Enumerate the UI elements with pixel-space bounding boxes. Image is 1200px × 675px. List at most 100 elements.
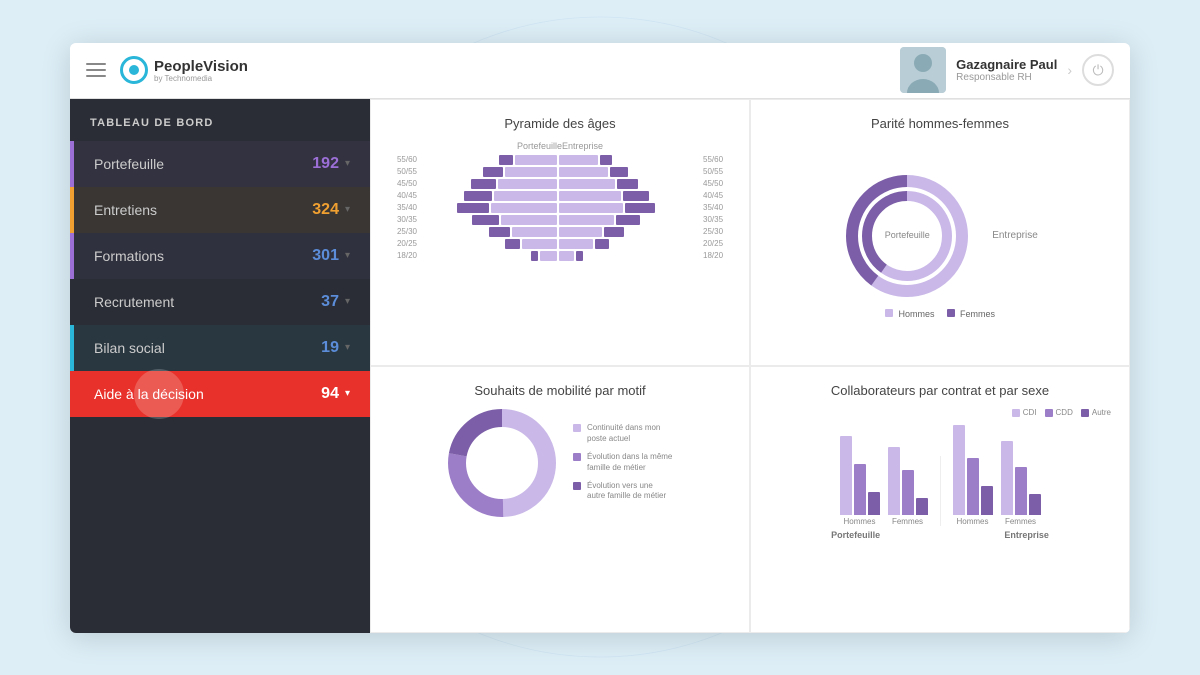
- pyramid-row: 30/35 30/35: [389, 215, 731, 225]
- collab-group-label: Femmes: [892, 517, 923, 526]
- pyramid-bars-left: [419, 215, 557, 225]
- header: PeopleVision by Technomedia Gazagnaire P…: [70, 43, 1130, 99]
- bar-light-right: [559, 215, 614, 225]
- pyramid-col-right: Entreprise: [562, 141, 603, 151]
- bar-light-left: [498, 179, 558, 189]
- collab-bars: [888, 447, 928, 515]
- bar-dark-left: [531, 251, 538, 261]
- bar-light-right: [559, 239, 593, 249]
- pyramid-age-label: 25/30: [389, 227, 417, 236]
- pyramid-row: 55/60 55/60: [389, 155, 731, 165]
- legend-autre: Autre: [1081, 408, 1111, 417]
- section-label-entreprise: Entreprise: [1004, 530, 1049, 540]
- sidebar-item-portefeuille[interactable]: Portefeuille 192 ▾: [70, 141, 370, 187]
- collab-group: Hommes: [840, 436, 880, 526]
- bar-dark-right: [604, 227, 624, 237]
- pyramid-bars-right: [559, 227, 697, 237]
- sidebar-item-aide[interactable]: Aide à la décision 94 ▾: [70, 371, 370, 417]
- bar-cdd: [967, 458, 979, 514]
- logo-icon: [120, 56, 148, 84]
- bar-dark-left: [483, 167, 503, 177]
- power-icon[interactable]: ⏻: [1082, 54, 1114, 86]
- arrow-icon-bilan: ▾: [345, 342, 350, 353]
- bar-cdd: [854, 464, 866, 515]
- collab-title: Collaborateurs par contrat et par sexe: [831, 383, 1049, 398]
- cdi-legend-dot: [1012, 409, 1020, 417]
- sidebar-item-formations[interactable]: Formations 301 ▾: [70, 233, 370, 279]
- pyramid-row: 25/30 25/30: [389, 227, 731, 237]
- bar-dark-left: [457, 203, 489, 213]
- collab-group: Femmes: [1001, 441, 1041, 525]
- bar-light-left: [501, 215, 557, 225]
- parite-donut-svg: [842, 171, 972, 301]
- collab-group-label: Hommes: [843, 517, 875, 526]
- sidebar-item-entretiens[interactable]: Entretiens 324 ▾: [70, 187, 370, 233]
- header-left: PeopleVision by Technomedia: [86, 56, 248, 84]
- arrow-icon-entretiens: ▾: [345, 204, 350, 215]
- collab-chart-area: Hommes Femmes Hommes Femmes: [769, 425, 1111, 526]
- bar-light-right: [559, 227, 602, 237]
- collab-group-label: Hommes: [956, 517, 988, 526]
- pyramid-age-label-right: 40/45: [703, 191, 731, 200]
- pyramid-age-label-right: 55/60: [703, 155, 731, 164]
- collab-group-label: Femmes: [1005, 517, 1036, 526]
- pyramid-bars-left: [419, 203, 557, 213]
- user-info: Gazagnaire Paul Responsable RH: [956, 57, 1057, 83]
- bar-dark-left: [489, 227, 510, 237]
- pyramid-age-label: 20/25: [389, 239, 417, 248]
- pyramid-bars-left: [419, 155, 557, 165]
- chevron-right-icon[interactable]: ›: [1067, 62, 1072, 78]
- arrow-icon-formations: ▾: [345, 250, 350, 261]
- section-label-portefeuille: Portefeuille: [831, 530, 880, 540]
- header-right: Gazagnaire Paul Responsable RH › ⏻: [900, 47, 1114, 93]
- legend-item-0: Continuité dans mon poste actuel: [573, 423, 673, 444]
- pyramid-bars-right: [559, 167, 697, 177]
- user-name: Gazagnaire Paul: [956, 57, 1057, 72]
- collab-section-entreprise: Hommes Femmes: [953, 425, 1041, 526]
- mobilite-legend: Continuité dans mon poste actuel Évoluti…: [573, 423, 673, 501]
- collab-section-portefeuille: Hommes Femmes: [840, 436, 928, 526]
- legend-femmes: Femmes: [947, 309, 996, 319]
- pyramid-col-left: Portefeuille: [517, 141, 562, 151]
- bar-dark-right: [576, 251, 582, 261]
- collab-bars: [840, 436, 880, 515]
- bar-cdi: [888, 447, 900, 515]
- donut-right-label: Entreprise: [992, 230, 1038, 241]
- pyramid-bars-left: [419, 239, 557, 249]
- bar-dark-left: [472, 215, 499, 225]
- pyramid-age-label: 18/20: [389, 251, 417, 260]
- sidebar-item-bilan[interactable]: Bilan social 19 ▾: [70, 325, 370, 371]
- bar-dark-right: [625, 203, 654, 213]
- pyramid-header: Portefeuille Entreprise: [487, 141, 633, 151]
- pyramid-age-label: 50/55: [389, 167, 417, 176]
- pyramid-age-label: 40/45: [389, 191, 417, 200]
- bar-dark-left: [499, 155, 513, 165]
- hamburger-icon[interactable]: [86, 63, 106, 77]
- bar-dark-right: [610, 167, 628, 177]
- bar-light-left: [512, 227, 558, 237]
- pyramid-row: 45/50 45/50: [389, 179, 731, 189]
- bar-autre: [981, 486, 993, 514]
- bar-light-right: [559, 179, 615, 189]
- pyramide-title: Pyramide des âges: [504, 116, 615, 131]
- bar-dark-right: [595, 239, 609, 249]
- bar-light-right: [559, 167, 608, 177]
- legend-item-2: Évolution vers une autre famille de méti…: [573, 481, 673, 502]
- sidebar-item-recrutement[interactable]: Recrutement 37 ▾: [70, 279, 370, 325]
- mobilite-donut-svg: [447, 408, 557, 518]
- parite-legend: Hommes Femmes: [885, 309, 995, 319]
- hommes-dot: [885, 309, 893, 317]
- pyramid-row: 20/25 20/25: [389, 239, 731, 249]
- pyramid-bars-left: [419, 179, 557, 189]
- bar-cdd: [902, 470, 914, 515]
- collab-bars: [1001, 441, 1041, 514]
- pyramid-row: 40/45 40/45: [389, 191, 731, 201]
- panel-mobilite: Souhaits de mobilité par motif: [370, 366, 750, 633]
- bar-dark-left: [505, 239, 520, 249]
- bar-cdi: [1001, 441, 1013, 514]
- bar-light-right: [559, 191, 621, 201]
- logo-area: PeopleVision by Technomedia: [120, 56, 248, 84]
- app-wrapper: PeopleVision by Technomedia Gazagnaire P…: [70, 43, 1130, 633]
- pyramid-age-label: 30/35: [389, 215, 417, 224]
- legend-cdd: CDD: [1045, 408, 1073, 417]
